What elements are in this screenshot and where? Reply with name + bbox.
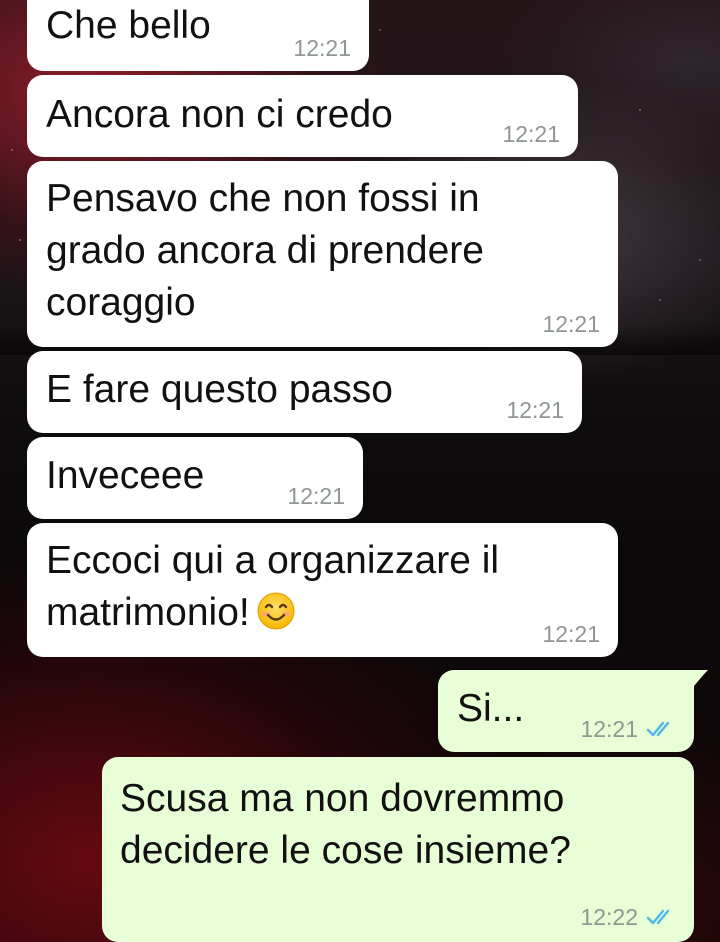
message-bubble-incoming[interactable]: Ancora non ci credo 12:21 xyxy=(27,75,578,157)
message-meta: 12:21 xyxy=(506,397,564,423)
message-text: Eccoci qui a organizzare il matrimonio! xyxy=(46,535,599,639)
message-time: 12:21 xyxy=(502,121,560,147)
message-time: 12:21 xyxy=(580,716,638,742)
message-meta: 12:21 xyxy=(542,621,600,647)
smiling-face-emoji-icon xyxy=(257,592,295,630)
message-text: Pensavo che non fossi in grado ancora di… xyxy=(46,177,484,324)
read-receipt-icon xyxy=(646,909,670,925)
message-time: 12:21 xyxy=(542,311,600,337)
read-receipt-icon xyxy=(646,721,670,737)
message-time: 12:21 xyxy=(287,483,345,509)
message-meta: 12:22 xyxy=(580,904,676,930)
message-time: 12:21 xyxy=(542,621,600,647)
message-bubble-incoming[interactable]: Pensavo che non fossi in grado ancora di… xyxy=(27,161,618,347)
message-time: 12:21 xyxy=(293,35,351,61)
message-meta: 12:21 xyxy=(502,121,560,147)
message-bubble-incoming[interactable]: Eccoci qui a organizzare il matrimonio! … xyxy=(27,523,618,657)
message-time: 12:22 xyxy=(580,904,638,930)
message-bubble-incoming[interactable]: Inveceee 12:21 xyxy=(27,437,363,519)
message-meta: 12:21 xyxy=(580,716,676,742)
message-bubble-incoming[interactable]: Che bello 12:21 xyxy=(27,0,369,71)
message-time: 12:21 xyxy=(506,397,564,423)
message-text: Ancora non ci credo xyxy=(46,93,393,136)
message-meta: 12:21 xyxy=(542,311,600,337)
message-bubble-incoming[interactable]: E fare questo passo 12:21 xyxy=(27,351,582,433)
message-bubble-outgoing[interactable]: Scusa ma non dovremmo decidere le cose i… xyxy=(102,757,694,942)
message-text: Scusa ma non dovremmo decidere le cose i… xyxy=(120,777,571,872)
message-bubble-outgoing[interactable]: Si... 12:21 xyxy=(438,670,694,752)
bubble-tail-icon xyxy=(690,670,708,688)
message-meta: 12:21 xyxy=(287,483,345,509)
message-meta: 12:21 xyxy=(293,35,351,61)
message-list[interactable]: Che bello 12:21 Ancora non ci credo 12:2… xyxy=(0,0,720,942)
message-text: E fare questo passo xyxy=(46,368,393,411)
